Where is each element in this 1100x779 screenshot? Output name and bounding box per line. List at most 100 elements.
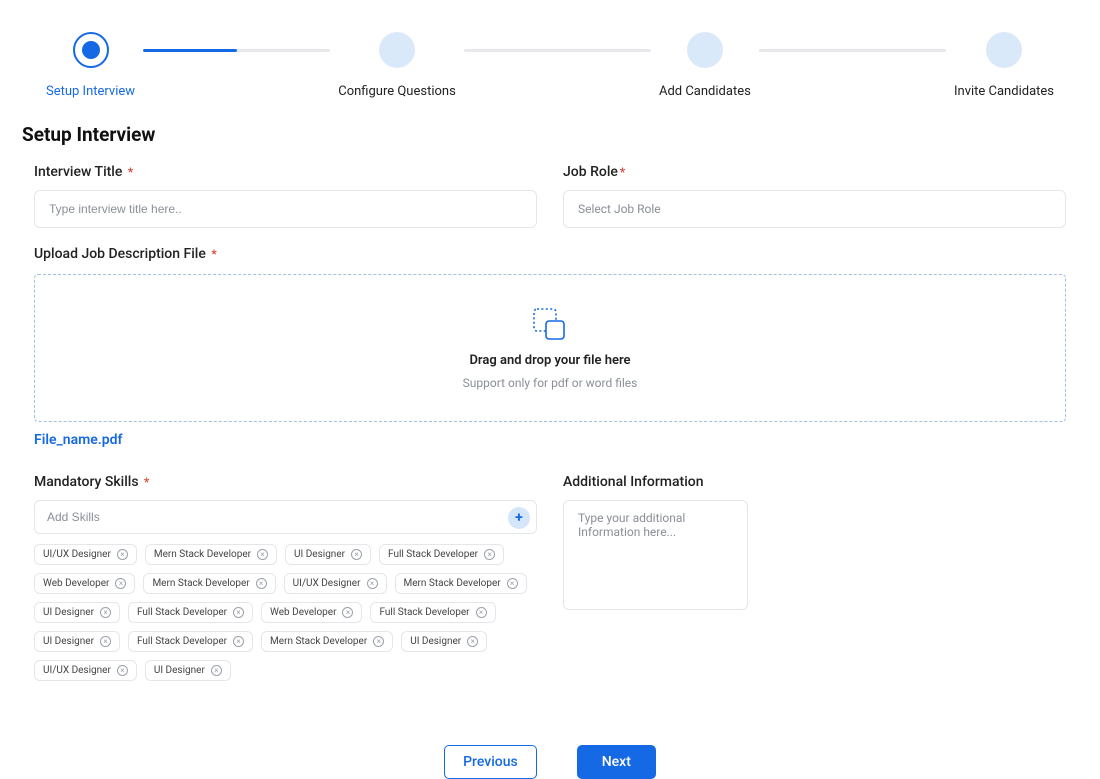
dropzone-title: Drag and drop your file here: [469, 353, 630, 368]
step-add-candidates[interactable]: Add Candidates: [659, 32, 751, 99]
remove-chip-icon[interactable]: ×: [100, 636, 111, 647]
skill-chip-label: Web Developer: [270, 607, 336, 618]
skill-chip[interactable]: UI Designer ×: [34, 631, 120, 652]
uploaded-file-link[interactable]: File_name.pdf: [34, 432, 1066, 448]
skill-chip[interactable]: Mern Stack Developer ×: [395, 573, 527, 594]
select-placeholder: Select Job Role: [578, 202, 661, 216]
skill-chip[interactable]: UI Designer ×: [285, 544, 371, 565]
remove-chip-icon[interactable]: ×: [117, 549, 128, 560]
remove-chip-icon[interactable]: ×: [507, 578, 518, 589]
dropzone-subtitle: Support only for pdf or word files: [463, 376, 638, 390]
skill-chip[interactable]: UI Designer ×: [34, 602, 120, 623]
remove-chip-icon[interactable]: ×: [233, 636, 244, 647]
job-role-select[interactable]: Select Job Role: [563, 190, 1066, 228]
skill-chip-label: Mern Stack Developer: [404, 578, 501, 589]
step-circle-active: [73, 32, 109, 68]
step-connector-1: [143, 49, 330, 52]
interview-title-label: Interview Title *: [34, 164, 537, 180]
skill-chip-label: Full Stack Developer: [379, 607, 469, 618]
stepper: Setup Interview Configure Questions Add …: [34, 32, 1066, 99]
label-text: Upload Job Description File: [34, 246, 206, 262]
skill-chip-label: UI Designer: [294, 549, 345, 560]
step-label: Setup Interview: [46, 84, 135, 99]
skill-chip[interactable]: UI/UX Designer×: [34, 660, 137, 681]
footer-buttons: Previous Next: [34, 745, 1066, 779]
skill-chip[interactable]: Mern Stack Developer ×: [143, 573, 275, 594]
mandatory-skills-label: Mandatory Skills *: [34, 474, 537, 490]
remove-chip-icon[interactable]: ×: [351, 549, 362, 560]
previous-button[interactable]: Previous: [444, 745, 537, 779]
skill-chip-label: UI Designer: [43, 636, 94, 647]
remove-chip-icon[interactable]: ×: [373, 636, 384, 647]
step-label: Configure Questions: [338, 84, 456, 99]
required-asterisk: *: [211, 247, 216, 261]
remove-chip-icon[interactable]: ×: [367, 578, 378, 589]
skill-chip-label: Full Stack Developer: [388, 549, 478, 560]
additional-info-label: Additional Information: [563, 474, 1066, 490]
step-label: Invite Candidates: [954, 84, 1054, 99]
remove-chip-icon[interactable]: ×: [233, 607, 244, 618]
upload-dropzone[interactable]: Drag and drop your file here Support onl…: [34, 274, 1066, 422]
remove-chip-icon[interactable]: ×: [256, 578, 267, 589]
label-text: Interview Title: [34, 164, 122, 180]
skill-chip-label: UI Designer: [410, 636, 461, 647]
skill-chip[interactable]: UI/UX Designer ×: [284, 573, 387, 594]
upload-jd-label: Upload Job Description File *: [34, 246, 1066, 262]
skill-chip[interactable]: Mern Stack Developer ×: [145, 544, 277, 565]
required-asterisk: *: [144, 475, 149, 489]
skills-input[interactable]: [47, 510, 524, 524]
skill-chip[interactable]: Full Stack Developer ×: [370, 602, 495, 623]
skill-chip[interactable]: Mern Stack Developer ×: [261, 631, 393, 652]
skill-chip[interactable]: UI Designer ×: [145, 660, 231, 681]
skill-chip[interactable]: Web Developer ×: [261, 602, 362, 623]
remove-chip-icon[interactable]: ×: [484, 549, 495, 560]
step-dot: [82, 41, 100, 59]
skill-chip-label: UI Designer: [43, 607, 94, 618]
page-title: Setup Interview: [22, 123, 1066, 146]
label-text: Mandatory Skills: [34, 474, 139, 490]
step-invite-candidates[interactable]: Invite Candidates: [954, 32, 1054, 99]
add-skill-button[interactable]: +: [508, 507, 530, 529]
remove-chip-icon[interactable]: ×: [257, 549, 268, 560]
skill-chip-label: Web Developer: [43, 578, 109, 589]
step-circle-pending: [986, 32, 1022, 68]
remove-chip-icon[interactable]: ×: [342, 607, 353, 618]
required-asterisk: *: [620, 165, 625, 179]
step-connector-3: [759, 49, 946, 52]
remove-chip-icon[interactable]: ×: [115, 578, 126, 589]
skill-chip[interactable]: Full Stack Developer ×: [128, 631, 253, 652]
skill-chip-label: Mern Stack Developer: [154, 549, 251, 560]
skill-chip-label: Full Stack Developer: [137, 636, 227, 647]
step-circle-pending: [687, 32, 723, 68]
skill-chip-label: Full Stack Developer: [137, 607, 227, 618]
step-configure-questions[interactable]: Configure Questions: [338, 32, 456, 99]
remove-chip-icon[interactable]: ×: [467, 636, 478, 647]
label-text: Job Role: [563, 164, 618, 180]
skill-chip[interactable]: Web Developer ×: [34, 573, 135, 594]
skill-chip-label: Mern Stack Developer: [152, 578, 249, 589]
step-connector-fill: [143, 49, 237, 52]
step-label: Add Candidates: [659, 84, 751, 99]
skill-chip-label: UI Designer: [154, 665, 205, 676]
remove-chip-icon[interactable]: ×: [476, 607, 487, 618]
step-circle-pending: [379, 32, 415, 68]
additional-info-textarea[interactable]: [563, 500, 748, 610]
skill-chip[interactable]: UI Designer ×: [401, 631, 487, 652]
skill-chip-label: Mern Stack Developer: [270, 636, 367, 647]
interview-title-input[interactable]: [34, 190, 537, 228]
skill-chip-label: UI/UX Designer: [43, 549, 111, 560]
required-asterisk: *: [128, 165, 133, 179]
remove-chip-icon[interactable]: ×: [100, 607, 111, 618]
skill-chip-label: UI/UX Designer: [293, 578, 361, 589]
step-setup-interview[interactable]: Setup Interview: [46, 32, 135, 99]
skill-chip[interactable]: Full Stack Developer ×: [379, 544, 504, 565]
remove-chip-icon[interactable]: ×: [211, 665, 222, 676]
skill-chip[interactable]: UI/UX Designer ×: [34, 544, 137, 565]
step-connector-2: [464, 49, 651, 52]
upload-file-icon: [530, 307, 570, 343]
job-role-label: Job Role*: [563, 164, 1066, 180]
next-button[interactable]: Next: [577, 745, 656, 779]
skill-chip[interactable]: Full Stack Developer ×: [128, 602, 253, 623]
remove-chip-icon[interactable]: ×: [117, 665, 128, 676]
skills-input-wrap: +: [34, 500, 537, 534]
